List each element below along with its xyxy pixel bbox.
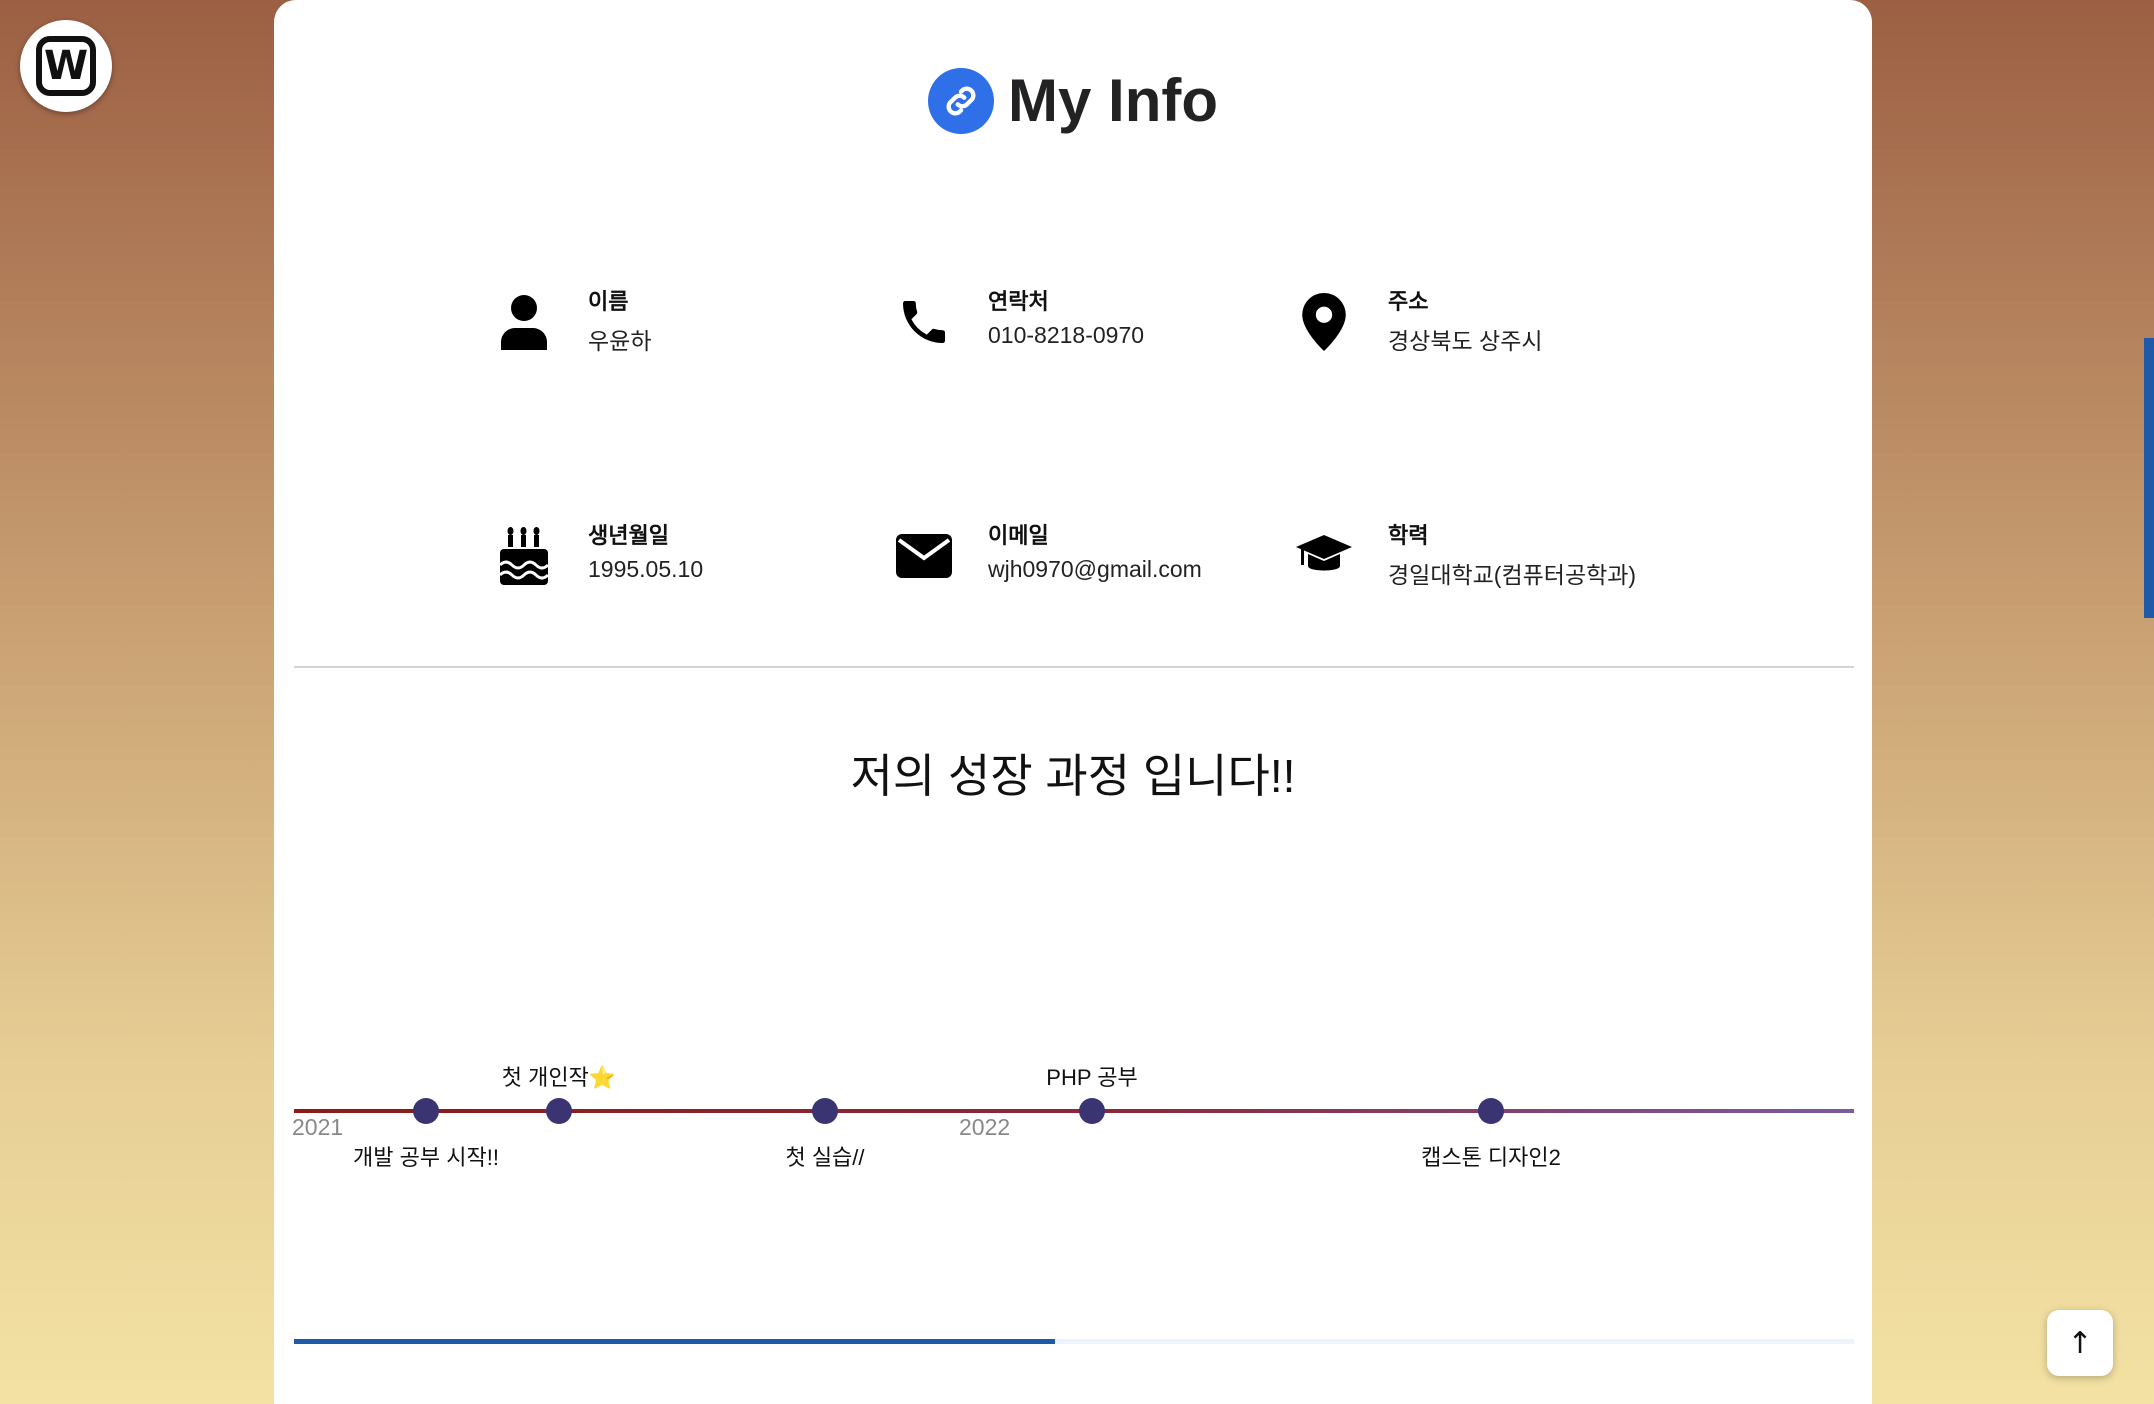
location-pin-icon bbox=[1296, 293, 1352, 351]
main-card: My Info 이름 우윤하 연락처 010-8218-0970 주소 경상북도… bbox=[274, 0, 1872, 1404]
info-value: wjh0970@gmail.com bbox=[988, 556, 1202, 582]
info-label: 주소 bbox=[1388, 289, 1429, 314]
page-header: My Info bbox=[274, 66, 1872, 135]
timeline-event-label: 첫 개인작⭐ bbox=[501, 1065, 617, 1090]
info-label: 학력 bbox=[1388, 523, 1429, 548]
growth-title: 저의 성장 과정 입니다!! bbox=[850, 750, 1296, 802]
timeline-year-label: 2021 bbox=[292, 1114, 344, 1140]
info-value: 경일대학교(컴퓨터공학과) bbox=[1388, 562, 1637, 588]
info-label: 이메일 bbox=[988, 523, 1049, 548]
page-title: My Info bbox=[1008, 67, 1218, 134]
timeline-year-label: 2022 bbox=[959, 1114, 1011, 1140]
timeline-event-label: 캡스톤 디자인2 bbox=[1421, 1145, 1561, 1170]
arrow-up-icon: ↑ bbox=[2067, 1325, 2093, 1361]
timeline-line bbox=[294, 1109, 1854, 1113]
timeline-event-dot[interactable] bbox=[812, 1098, 838, 1124]
timeline-event-dot[interactable] bbox=[546, 1098, 572, 1124]
scroll-to-top-button[interactable]: ↑ bbox=[2047, 1310, 2113, 1376]
phone-icon bbox=[896, 294, 952, 350]
info-item-email: 이메일 wjh0970@gmail.com bbox=[896, 516, 1296, 596]
progress-fill bbox=[294, 1339, 1056, 1344]
timeline-event-dot[interactable] bbox=[413, 1098, 439, 1124]
home-logo-button[interactable]: W bbox=[20, 20, 112, 112]
page-scrollbar-thumb[interactable] bbox=[2144, 338, 2154, 618]
person-icon bbox=[496, 294, 552, 350]
timeline-event-dot[interactable] bbox=[1478, 1098, 1504, 1124]
info-value: 우윤하 bbox=[588, 328, 652, 354]
timeline-scroll-progress[interactable] bbox=[294, 1339, 1854, 1344]
info-label: 이름 bbox=[588, 289, 629, 314]
info-label: 연락처 bbox=[988, 289, 1049, 314]
info-item-name: 이름 우윤하 bbox=[496, 282, 896, 362]
info-value: 010-8218-0970 bbox=[988, 322, 1145, 348]
graduation-cap-icon bbox=[1296, 528, 1352, 584]
timeline-event-label: 개발 공부 시작!! bbox=[353, 1145, 499, 1170]
section-divider bbox=[294, 666, 1854, 668]
w-logo-icon: W bbox=[36, 36, 96, 96]
info-item-address: 주소 경상북도 상주시 bbox=[1296, 282, 1696, 362]
birthday-cake-icon bbox=[496, 527, 552, 585]
timeline-event-dot[interactable] bbox=[1079, 1098, 1105, 1124]
link-icon bbox=[928, 67, 994, 134]
timeline-event-label: PHP 공부 bbox=[1046, 1065, 1138, 1090]
info-label: 생년월일 bbox=[588, 523, 669, 548]
info-value: 경상북도 상주시 bbox=[1388, 328, 1543, 354]
info-item-education: 학력 경일대학교(컴퓨터공학과) bbox=[1296, 516, 1696, 596]
info-item-birthday: 생년월일 1995.05.10 bbox=[496, 516, 896, 596]
info-item-phone: 연락처 010-8218-0970 bbox=[896, 282, 1296, 362]
info-value: 1995.05.10 bbox=[588, 556, 704, 582]
timeline-event-label: 첫 실습// bbox=[785, 1145, 865, 1170]
envelope-icon bbox=[896, 528, 952, 584]
